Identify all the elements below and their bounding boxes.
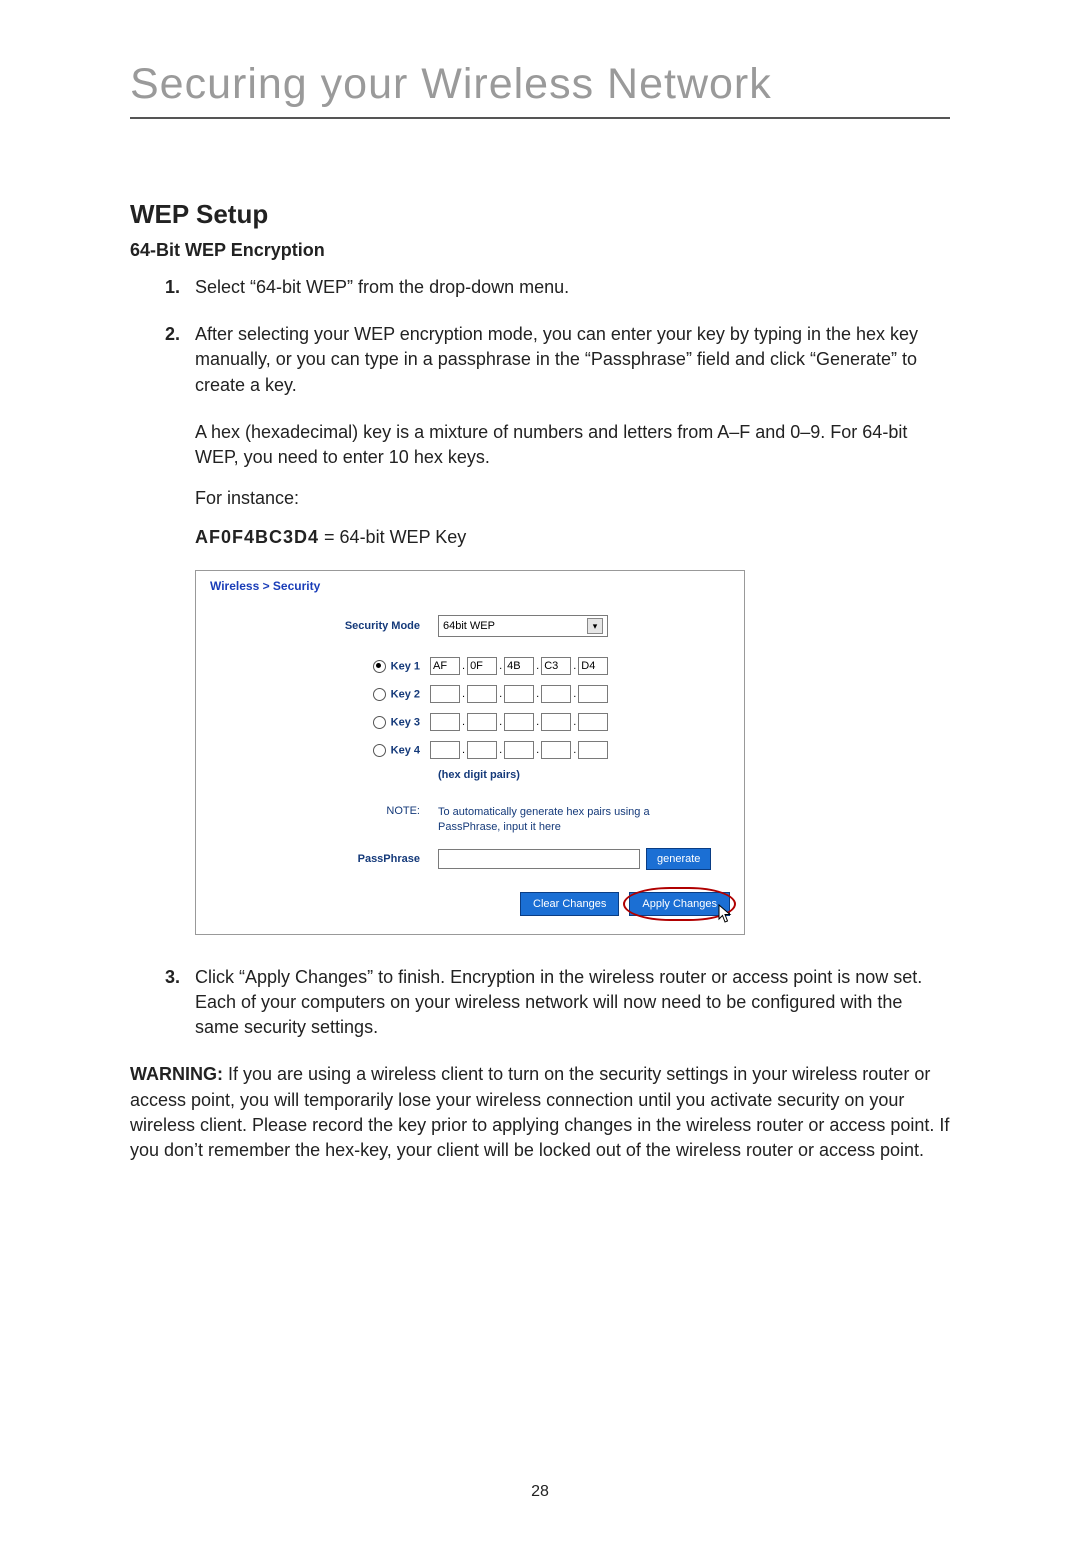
breadcrumb: Wireless > Security xyxy=(210,579,730,593)
security-mode-select[interactable]: 64bit WEP ▾ xyxy=(438,615,608,637)
key-row-3: Key 3 . . . . xyxy=(210,713,730,731)
wep-settings-panel: Wireless > Security Security Mode 64bit … xyxy=(195,570,745,935)
warning-paragraph: WARNING: If you are using a wireless cli… xyxy=(130,1062,950,1163)
key1-label: Key 1 xyxy=(391,660,420,672)
key3-label: Key 3 xyxy=(391,716,420,728)
key2-label: Key 2 xyxy=(391,688,420,700)
key3-hex-3[interactable] xyxy=(504,713,534,731)
section-heading: WEP Setup xyxy=(130,199,950,230)
chevron-down-icon[interactable]: ▾ xyxy=(587,618,603,634)
note-label: NOTE: xyxy=(210,805,438,817)
step-2b: For instance: xyxy=(195,486,950,511)
key1-hex-2[interactable]: 0F xyxy=(467,657,497,675)
generate-button[interactable]: generate xyxy=(646,848,711,870)
step-1: Select “64-bit WEP” from the drop-down m… xyxy=(185,275,950,300)
step-3: Click “Apply Changes” to finish. Encrypt… xyxy=(185,965,950,1041)
key3-hex-5[interactable] xyxy=(578,713,608,731)
passphrase-input[interactable] xyxy=(438,849,640,869)
key4-hex-1[interactable] xyxy=(430,741,460,759)
key2-radio[interactable] xyxy=(373,688,386,701)
key-example-bold: AF0F4BC3D4 xyxy=(195,527,319,547)
key4-hex-5[interactable] xyxy=(578,741,608,759)
passphrase-label: PassPhrase xyxy=(210,853,438,865)
hex-note: (hex digit pairs) xyxy=(438,769,730,781)
warning-text: If you are using a wireless client to tu… xyxy=(130,1064,949,1160)
key3-radio[interactable] xyxy=(373,716,386,729)
key4-hex-3[interactable] xyxy=(504,741,534,759)
key-row-4: Key 4 . . . . xyxy=(210,741,730,759)
key3-hex-1[interactable] xyxy=(430,713,460,731)
page-title: Securing your Wireless Network xyxy=(130,60,950,109)
key2-hex-2[interactable] xyxy=(467,685,497,703)
warning-label: WARNING: xyxy=(130,1064,223,1084)
key-example: AF0F4BC3D4 = 64-bit WEP Key xyxy=(195,527,950,548)
key4-hex-2[interactable] xyxy=(467,741,497,759)
key1-radio[interactable] xyxy=(373,660,386,673)
key-row-1: Key 1 AF. 0F. 4B. C3. D4 xyxy=(210,657,730,675)
key1-hex-1[interactable]: AF xyxy=(430,657,460,675)
step-2a: A hex (hexadecimal) key is a mixture of … xyxy=(195,420,950,470)
note-text: To automatically generate hex pairs usin… xyxy=(438,805,698,834)
security-mode-label: Security Mode xyxy=(210,620,438,632)
key2-hex-4[interactable] xyxy=(541,685,571,703)
key1-hex-5[interactable]: D4 xyxy=(578,657,608,675)
title-rule xyxy=(130,117,950,119)
key1-hex-4[interactable]: C3 xyxy=(541,657,571,675)
key1-hex-3[interactable]: 4B xyxy=(504,657,534,675)
key-example-rest: = 64-bit WEP Key xyxy=(319,527,466,547)
key4-hex-4[interactable] xyxy=(541,741,571,759)
clear-changes-button[interactable]: Clear Changes xyxy=(520,892,619,916)
key-row-2: Key 2 . . . . xyxy=(210,685,730,703)
key2-hex-5[interactable] xyxy=(578,685,608,703)
key3-hex-4[interactable] xyxy=(541,713,571,731)
sub-heading: 64-Bit WEP Encryption xyxy=(130,240,950,261)
key2-hex-1[interactable] xyxy=(430,685,460,703)
cursor-icon xyxy=(718,904,734,924)
key4-radio[interactable] xyxy=(373,744,386,757)
security-mode-value: 64bit WEP xyxy=(443,620,495,632)
key3-hex-2[interactable] xyxy=(467,713,497,731)
page-number: 28 xyxy=(0,1483,1080,1501)
key2-hex-3[interactable] xyxy=(504,685,534,703)
step-2: After selecting your WEP encryption mode… xyxy=(185,322,950,398)
key4-label: Key 4 xyxy=(391,744,420,756)
